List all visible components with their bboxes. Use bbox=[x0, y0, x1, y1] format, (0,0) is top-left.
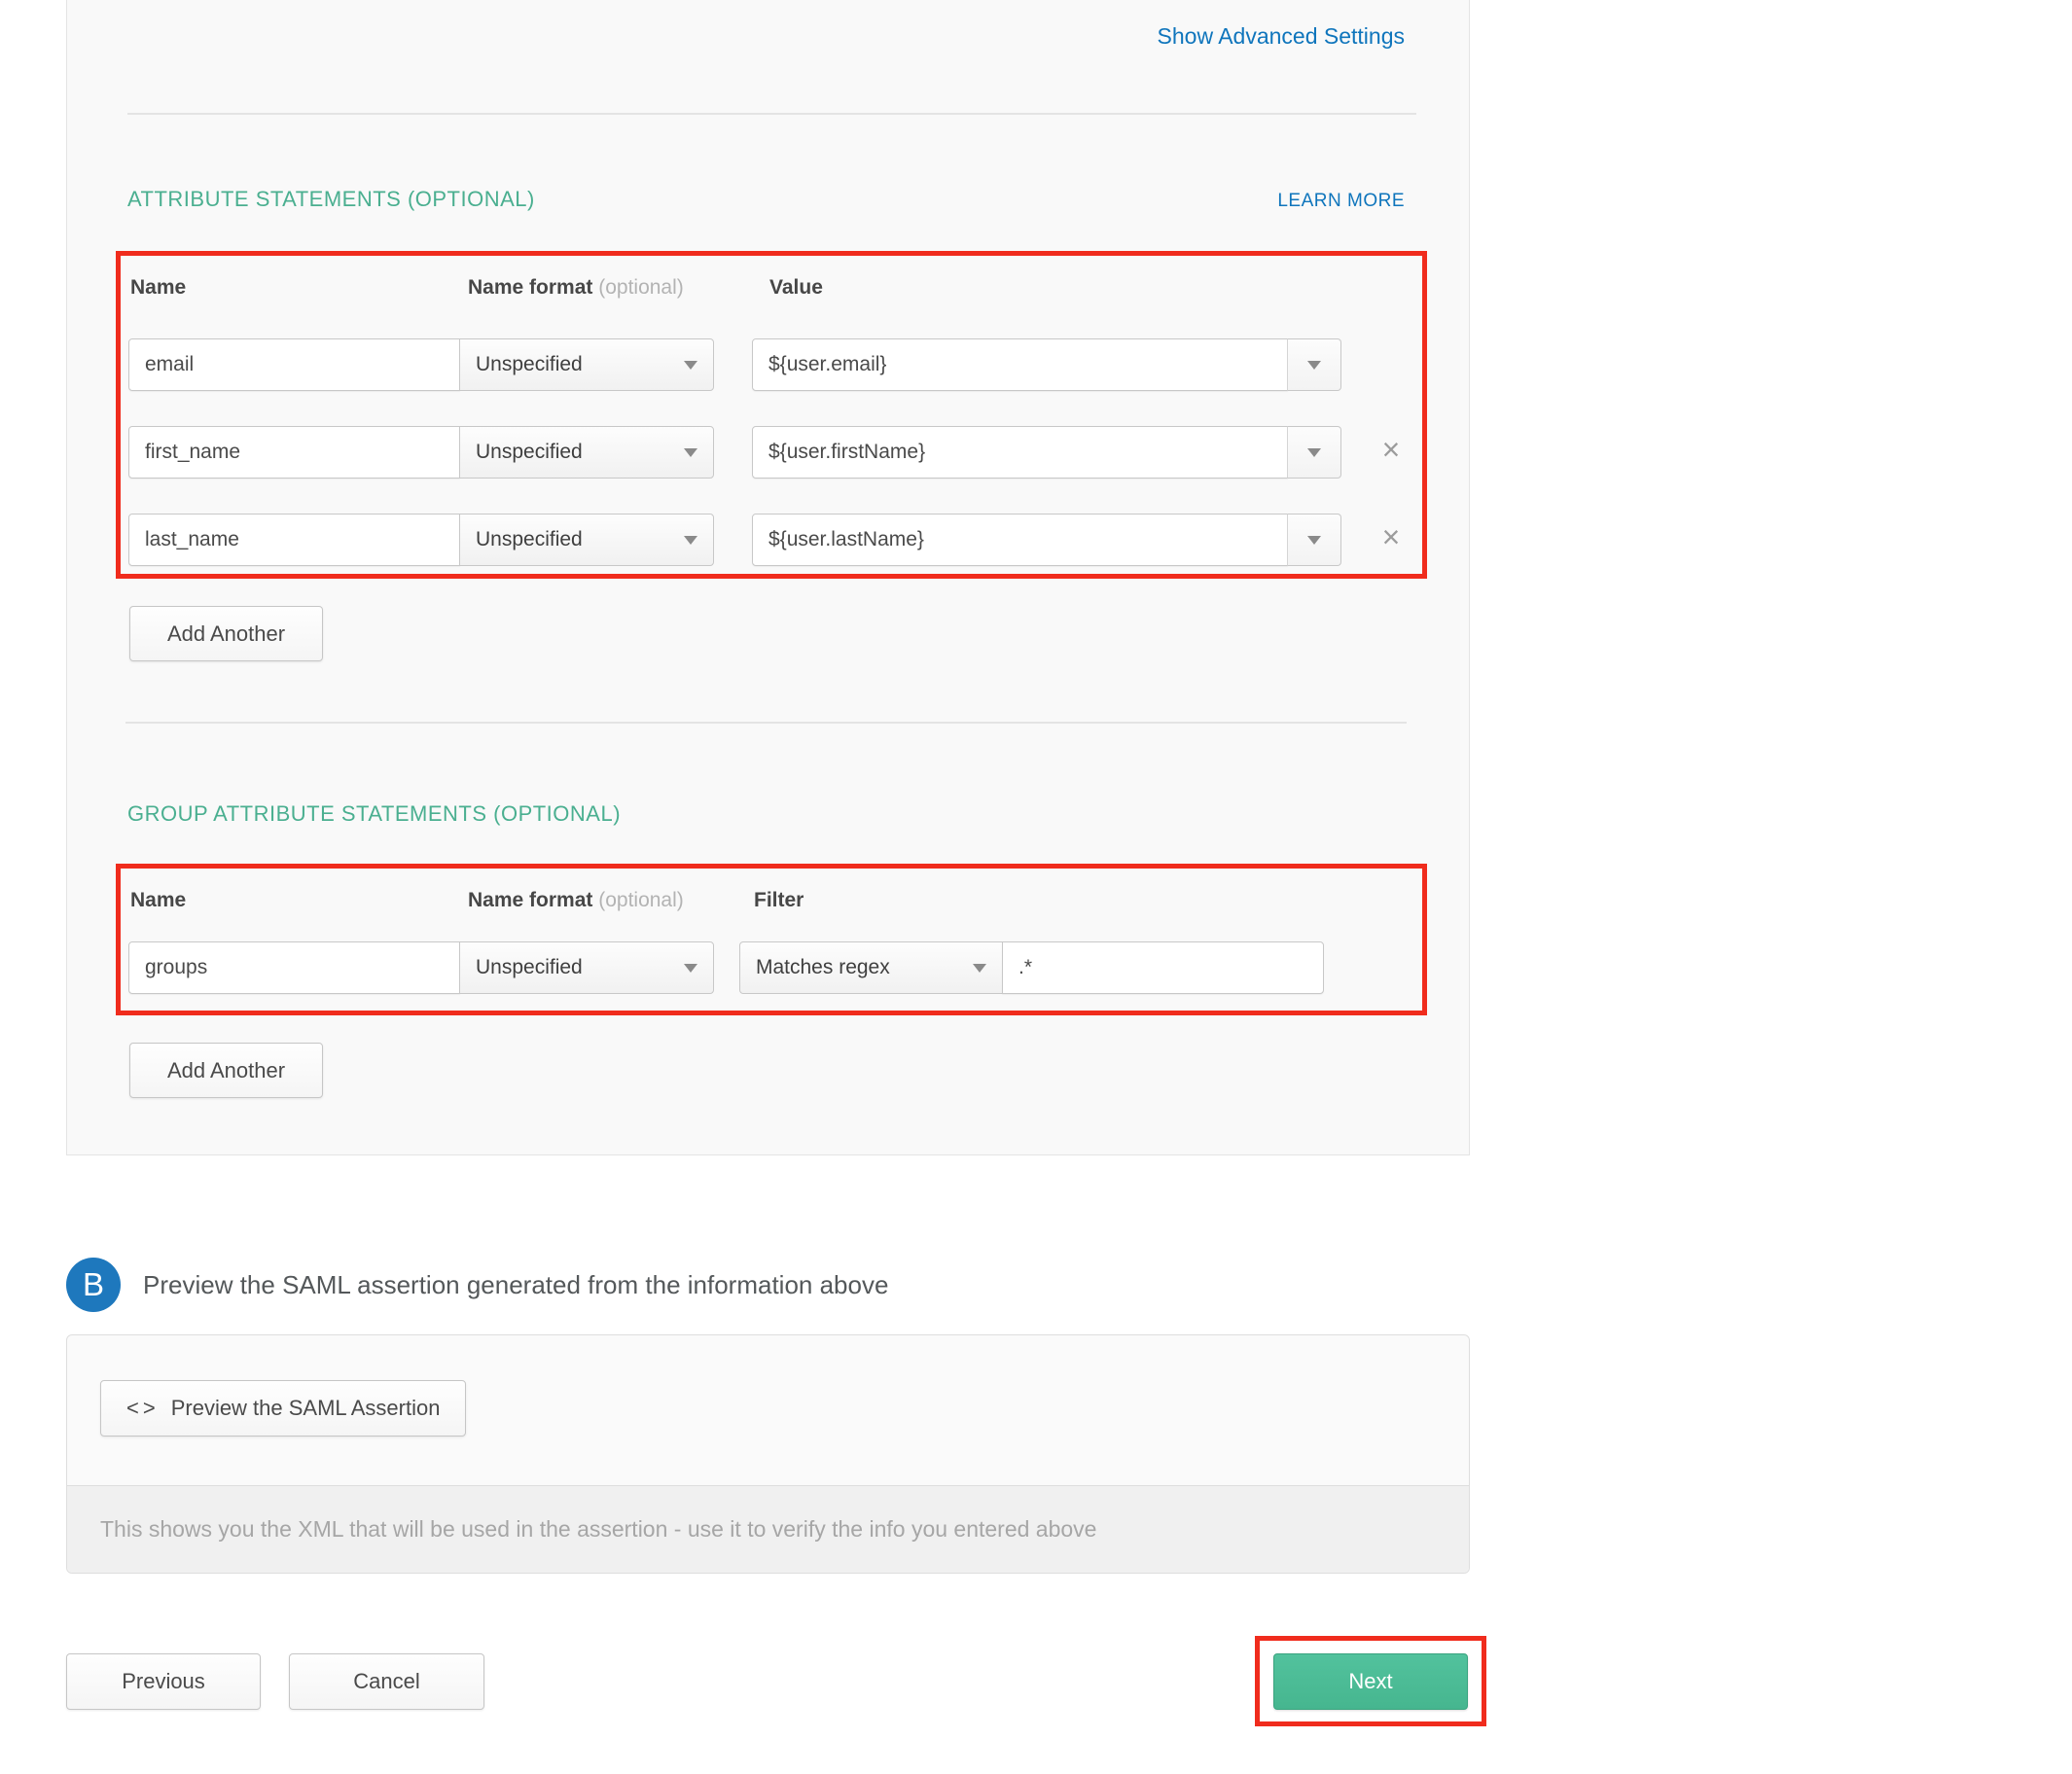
learn-more-link[interactable]: LEARN MORE bbox=[1277, 191, 1405, 212]
attr-name-input-first-name[interactable] bbox=[128, 426, 460, 479]
attr-format-select-email[interactable]: Unspecified bbox=[459, 338, 714, 391]
next-button[interactable]: Next bbox=[1273, 1653, 1468, 1710]
group-filter-value-input[interactable] bbox=[1002, 941, 1324, 994]
cancel-button[interactable]: Cancel bbox=[289, 1653, 484, 1710]
group-filter-type-select[interactable]: Matches regex bbox=[739, 941, 1003, 994]
group-name-input[interactable] bbox=[128, 941, 460, 994]
column-header-name-format-label: Name format bbox=[468, 889, 592, 911]
show-advanced-settings-link[interactable]: Show Advanced Settings bbox=[1158, 23, 1405, 50]
remove-row-icon[interactable]: × bbox=[1375, 434, 1407, 465]
attr-value-input-last-name[interactable] bbox=[752, 514, 1288, 566]
preview-saml-assertion-button[interactable]: <> Preview the SAML Assertion bbox=[100, 1380, 466, 1437]
column-header-name: Name bbox=[130, 276, 186, 300]
attr-name-input-email[interactable] bbox=[128, 338, 460, 391]
step-b-label: Preview the SAML assertion generated fro… bbox=[143, 1270, 888, 1300]
column-header-name: Name bbox=[130, 889, 186, 912]
step-b-badge: B bbox=[66, 1258, 121, 1312]
chevron-down-icon bbox=[684, 536, 697, 545]
attr-value-dropdown-toggle[interactable] bbox=[1287, 426, 1341, 479]
chevron-down-icon bbox=[684, 964, 697, 973]
attr-value-dropdown-toggle[interactable] bbox=[1287, 338, 1341, 391]
group-attribute-statements-title: GROUP ATTRIBUTE STATEMENTS (OPTIONAL) bbox=[127, 801, 621, 827]
column-header-name-format: Name format (optional) bbox=[468, 276, 684, 300]
attr-format-select-last-name[interactable]: Unspecified bbox=[459, 514, 714, 566]
preview-footer-note: This shows you the XML that will be used… bbox=[100, 1516, 1096, 1543]
chevron-down-icon bbox=[973, 964, 986, 973]
attr-format-value: Unspecified bbox=[476, 441, 583, 464]
optional-note: (optional) bbox=[598, 889, 684, 911]
preview-assertion-card: <> Preview the SAML Assertion This shows… bbox=[66, 1334, 1470, 1574]
group-format-select[interactable]: Unspecified bbox=[459, 941, 714, 994]
chevron-down-icon bbox=[1307, 361, 1321, 370]
attr-value-input-email[interactable] bbox=[752, 338, 1288, 391]
previous-button[interactable]: Previous bbox=[66, 1653, 261, 1710]
preview-saml-assertion-label: Preview the SAML Assertion bbox=[171, 1396, 441, 1421]
column-header-name-format-label: Name format bbox=[468, 276, 592, 299]
attr-format-value: Unspecified bbox=[476, 353, 583, 376]
attr-format-value: Unspecified bbox=[476, 528, 583, 551]
add-another-group-attribute-button[interactable]: Add Another bbox=[129, 1043, 323, 1098]
section-divider bbox=[127, 113, 1416, 115]
chevron-down-icon bbox=[684, 448, 697, 457]
column-header-value: Value bbox=[769, 276, 823, 300]
remove-row-icon[interactable]: × bbox=[1375, 521, 1407, 552]
attr-value-dropdown-toggle[interactable] bbox=[1287, 514, 1341, 566]
attr-value-input-first-name[interactable] bbox=[752, 426, 1288, 479]
optional-note: (optional) bbox=[598, 276, 684, 299]
group-filter-type-value: Matches regex bbox=[756, 956, 890, 979]
attr-name-input-last-name[interactable] bbox=[128, 514, 460, 566]
attr-format-select-first-name[interactable]: Unspecified bbox=[459, 426, 714, 479]
group-format-value: Unspecified bbox=[476, 956, 583, 979]
chevron-down-icon bbox=[1307, 448, 1321, 457]
add-another-attribute-button[interactable]: Add Another bbox=[129, 606, 323, 661]
saml-settings-panel: Show Advanced Settings ATTRIBUTE STATEME… bbox=[66, 0, 1470, 1155]
attribute-statements-title: ATTRIBUTE STATEMENTS (OPTIONAL) bbox=[127, 187, 535, 212]
chevron-down-icon bbox=[1307, 536, 1321, 545]
preview-card-footer: This shows you the XML that will be used… bbox=[67, 1485, 1469, 1573]
code-brackets-icon: <> bbox=[126, 1396, 160, 1421]
saml-settings-page: Show Advanced Settings ATTRIBUTE STATEME… bbox=[0, 0, 2072, 1774]
column-header-filter: Filter bbox=[754, 889, 804, 912]
section-divider bbox=[125, 722, 1407, 724]
chevron-down-icon bbox=[684, 361, 697, 370]
column-header-name-format: Name format (optional) bbox=[468, 889, 684, 912]
